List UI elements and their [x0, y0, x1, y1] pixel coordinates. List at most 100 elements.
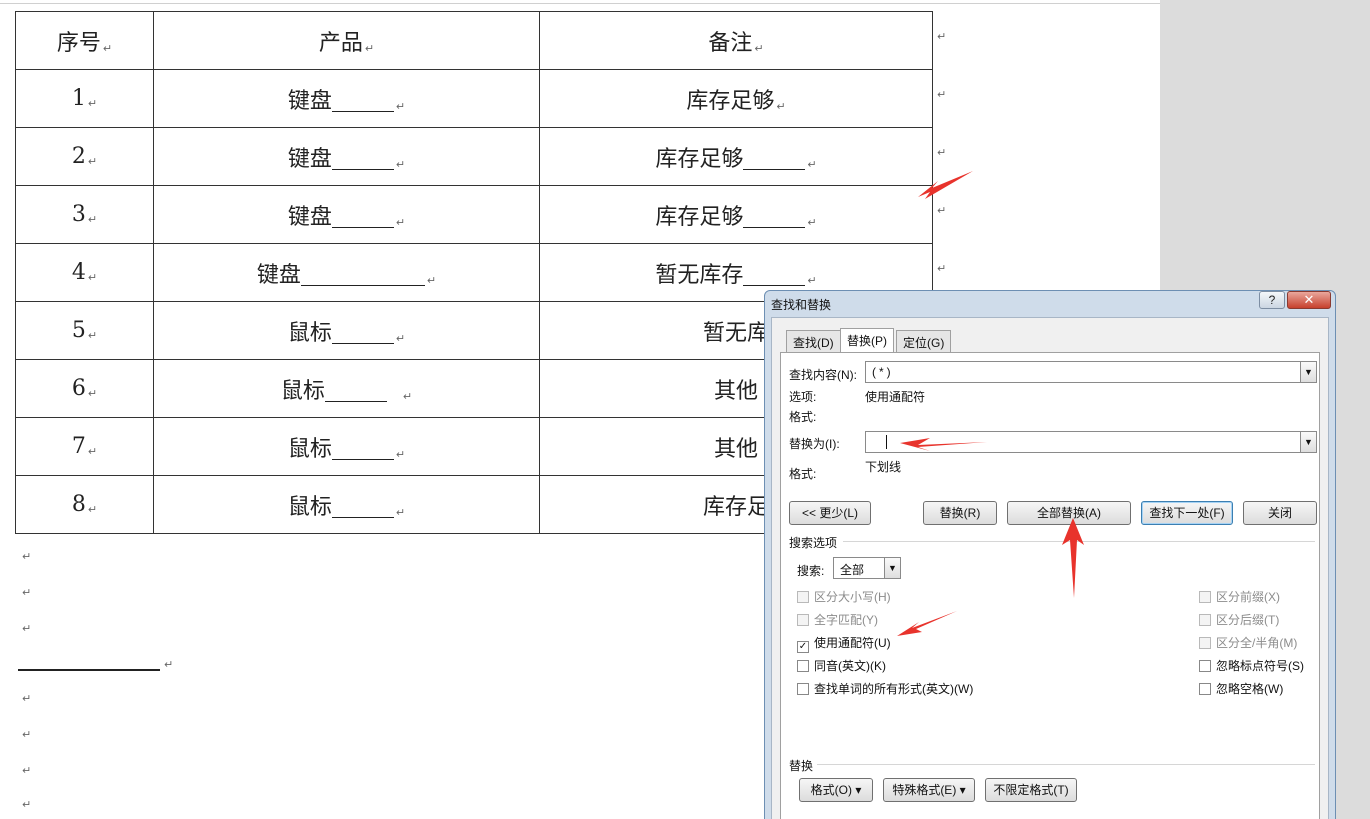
checkbox-whole-word[interactable]: 全字匹配(Y) — [797, 611, 878, 628]
checkbox-use-wildcards[interactable]: ✓ 使用通配符(U) — [797, 634, 891, 653]
dialog-body: 查找(D) 替换(P) 定位(G) 查找内容(N): (*) ▼ 选项: 使用通… — [771, 317, 1329, 819]
checkbox-box[interactable] — [1199, 614, 1211, 626]
row-end-mark: ↵ — [937, 30, 947, 43]
cell-number[interactable]: 3 ↵ — [15, 185, 154, 244]
help-icon: ? — [1268, 293, 1276, 307]
header-cell-note[interactable]: 备注 ↵ — [539, 11, 933, 70]
checkbox-match-prefix[interactable]: 区分前缀(X) — [1199, 588, 1280, 605]
checkbox-box[interactable] — [1199, 683, 1211, 695]
cell-product[interactable]: 鼠标 ↵ — [153, 417, 540, 476]
checkbox-all-word-forms[interactable]: 查找单词的所有形式(英文)(W) — [797, 680, 973, 697]
paragraph-mark: ↵ — [22, 586, 32, 599]
cell-note[interactable]: 库存足够 ↵ — [539, 69, 933, 128]
search-direction-select[interactable]: 全部 ▼ — [833, 557, 901, 579]
search-options-title: 搜索选项 — [789, 536, 838, 550]
underline-blank — [743, 266, 806, 286]
replace-panel: 查找内容(N): (*) ▼ 选项: 使用通配符 格式: 替换为(I): ▼ 格… — [780, 352, 1320, 819]
checkbox-box[interactable] — [1199, 660, 1211, 672]
paragraph-mark: ↵ — [22, 764, 32, 777]
underline-blank — [331, 92, 394, 112]
row-end-mark: ↵ — [937, 204, 947, 217]
cell-product[interactable]: 键盘 ↵ — [153, 127, 540, 186]
cell-product[interactable]: 鼠标 ↵ — [153, 301, 540, 360]
paragraph-mark: ↵ — [164, 658, 174, 671]
checkbox-box[interactable] — [797, 683, 809, 695]
cell-number[interactable]: 5 ↵ — [15, 301, 154, 360]
checkbox-match-case[interactable]: 区分大小写(H) — [797, 588, 891, 605]
table-header-row: 序号 ↵ 产品 ↵ 备注 ↵ — [15, 11, 933, 70]
underline-blank — [331, 440, 394, 460]
underline-blank — [743, 150, 806, 170]
less-button[interactable]: << 更少(L) — [789, 501, 871, 525]
tab-goto[interactable]: 定位(G) — [896, 330, 952, 352]
divider — [817, 764, 1315, 765]
replace-button[interactable]: 替换(R) — [923, 501, 997, 525]
underline-blank — [331, 498, 394, 518]
replace-section-title: 替换 — [789, 759, 814, 773]
checkbox-match-suffix[interactable]: 区分后缀(T) — [1199, 611, 1279, 628]
paragraph-mark: ↵ — [22, 550, 32, 563]
checkbox-box[interactable] — [797, 591, 809, 603]
chevron-down-icon[interactable]: ▼ — [1300, 432, 1316, 452]
page-top-border — [0, 3, 1160, 4]
close-button[interactable]: 关闭 — [1243, 501, 1317, 525]
tab-replace[interactable]: 替换(P) — [840, 328, 894, 353]
underline-blank — [324, 382, 387, 402]
cell-number[interactable]: 7 ↵ — [15, 417, 154, 476]
cell-product[interactable]: 键盘 ↵ — [153, 69, 540, 128]
find-what-input[interactable]: (*) ▼ — [865, 361, 1317, 383]
row-end-mark: ↵ — [937, 146, 947, 159]
cell-number[interactable]: 4 ↵ — [15, 243, 154, 302]
search-direction-label: 搜索: — [797, 564, 825, 578]
chevron-down-icon[interactable]: ▼ — [1300, 362, 1316, 382]
underlined-empty-line — [18, 669, 160, 671]
replace-with-label: 替换为(I): — [789, 437, 840, 451]
checkbox-ignore-punctuation[interactable]: 忽略标点符号(S) — [1199, 657, 1304, 674]
close-icon: ✕ — [1303, 292, 1315, 307]
checkmark-icon[interactable]: ✓ — [797, 641, 809, 653]
checkbox-match-width[interactable]: 区分全/半角(M) — [1199, 634, 1297, 651]
underline-blank — [331, 324, 394, 344]
cell-product[interactable]: 键盘 ↵ — [153, 185, 540, 244]
cell-product[interactable]: 键盘 ↵ — [153, 243, 540, 302]
header-cell-number[interactable]: 序号 ↵ — [15, 11, 154, 70]
cell-number[interactable]: 6 ↵ — [15, 359, 154, 418]
paragraph-mark: ↵ — [22, 798, 32, 811]
cell-number[interactable]: 2 ↵ — [15, 127, 154, 186]
header-cell-product[interactable]: 产品 ↵ — [153, 11, 540, 70]
table-row: 2 ↵ 键盘 ↵ 库存足够 ↵ — [15, 127, 933, 186]
chevron-down-icon[interactable]: ▼ — [884, 558, 900, 578]
special-menu-button[interactable]: 特殊格式(E) ▾ — [883, 778, 975, 802]
find-replace-dialog: 查找和替换 ? ✕ 查找(D) 替换(P) 定位(G) 查找内容(N): (*)… — [764, 290, 1336, 819]
paragraph-mark: ↵ — [22, 622, 32, 635]
cell-note[interactable]: 库存足够 ↵ — [539, 185, 933, 244]
cell-product[interactable]: 鼠标 ↵ — [153, 475, 540, 534]
find-next-button[interactable]: 查找下一处(F) — [1141, 501, 1233, 525]
tab-find[interactable]: 查找(D) — [786, 330, 841, 352]
table-row: 1 ↵ 键盘 ↵ 库存足够 ↵ — [15, 69, 933, 128]
format-menu-button[interactable]: 格式(O) ▾ — [799, 778, 873, 802]
underline-blank — [743, 208, 806, 228]
replace-with-input[interactable]: ▼ — [865, 431, 1317, 453]
replace-all-button[interactable]: 全部替换(A) — [1007, 501, 1131, 525]
no-formatting-button[interactable]: 不限定格式(T) — [985, 778, 1077, 802]
table-row: 3 ↵ 键盘 ↵ 库存足够 ↵ — [15, 185, 933, 244]
underline-blank — [331, 150, 394, 170]
checkbox-ignore-spaces[interactable]: 忽略空格(W) — [1199, 680, 1283, 697]
checkbox-box[interactable] — [1199, 637, 1211, 649]
checkbox-box[interactable] — [1199, 591, 1211, 603]
cell-product[interactable]: 鼠标 ↵ — [153, 359, 540, 418]
checkbox-box[interactable] — [797, 660, 809, 672]
checkbox-box[interactable] — [797, 614, 809, 626]
options-value: 使用通配符 — [865, 390, 926, 404]
checkbox-sounds-like[interactable]: 同音(英文)(K) — [797, 657, 886, 674]
dialog-close-button[interactable]: ✕ — [1287, 291, 1331, 309]
divider — [843, 541, 1315, 542]
help-button[interactable]: ? — [1259, 291, 1285, 309]
replace-format-label: 格式: — [789, 467, 817, 481]
cell-note[interactable]: 库存足够 ↵ — [539, 127, 933, 186]
row-end-mark: ↵ — [937, 262, 947, 275]
cell-number[interactable]: 1 ↵ — [15, 69, 154, 128]
cell-number[interactable]: 8 ↵ — [15, 475, 154, 534]
replace-format-value: 下划线 — [865, 460, 902, 474]
